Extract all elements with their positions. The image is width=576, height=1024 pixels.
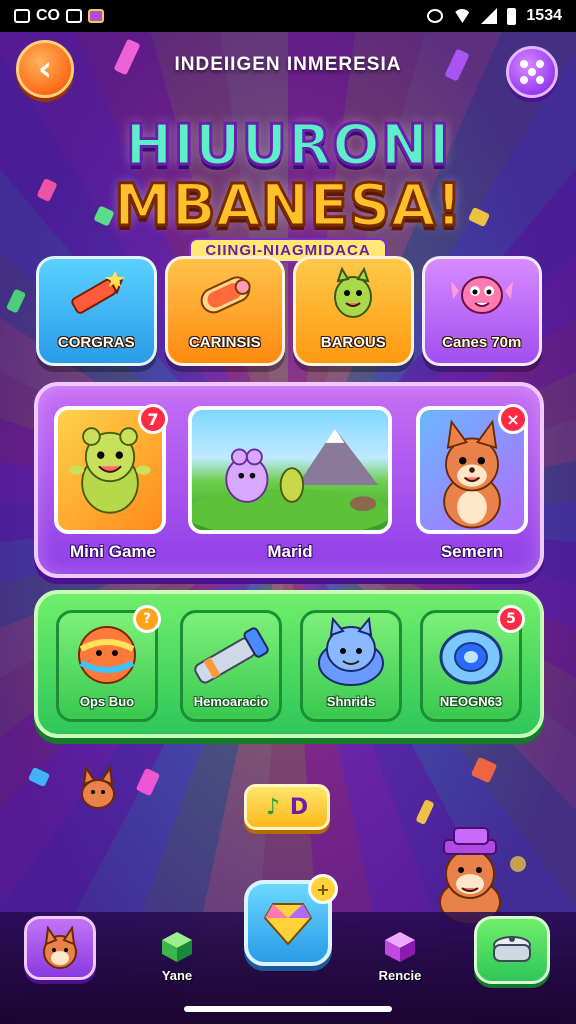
- feature-label: Mini Game: [70, 542, 156, 561]
- nav-avatar-frame: [24, 916, 96, 980]
- item-label: Ops Buo: [79, 694, 135, 709]
- item-tile-2[interactable]: Hemoaracio: [180, 610, 282, 722]
- item-label: Hemoaracio: [193, 694, 269, 709]
- nav-rencie-button[interactable]: Rencie: [370, 930, 430, 983]
- category-tile-1[interactable]: CORGRAS: [36, 256, 157, 366]
- item-tile-3[interactable]: Shnrids: [300, 610, 402, 722]
- nav-play-badge: +: [308, 874, 338, 904]
- featured-panel: 7 Mini Game Marid × Semern: [34, 382, 544, 578]
- status-time: 1534: [526, 7, 562, 24]
- category-tile-2[interactable]: CARINSIS: [164, 256, 285, 366]
- small-fox-icon: [81, 765, 115, 809]
- category-tile-4[interactable]: Canes 70m: [421, 256, 542, 366]
- category-label: CORGRAS: [57, 334, 135, 351]
- category-label: Canes 70m: [442, 334, 522, 351]
- fish-creature-icon: [450, 276, 513, 314]
- mini-game-badge: 7: [138, 404, 168, 434]
- pot-icon: [493, 936, 531, 962]
- item-tile-1[interactable]: ? Ops Buo: [56, 605, 161, 722]
- notification-icon: [14, 9, 30, 23]
- nav-label: Rencie: [378, 968, 422, 983]
- fox-avatar-icon: [43, 926, 77, 969]
- feature-label: Marid: [267, 542, 313, 561]
- signal-icon: [481, 8, 498, 24]
- category-label: CARINSIS: [188, 334, 261, 351]
- nav-play-button[interactable]: +: [244, 874, 338, 966]
- cube-icon: [162, 932, 192, 962]
- logo-title-line1: HIUURONI: [124, 113, 451, 178]
- semern-close-badge[interactable]: ×: [498, 404, 528, 434]
- game-logo: HIUURONI MBANESA! CIINGI-NIAGMIDACA: [0, 113, 576, 263]
- purple-cube-icon: [385, 932, 415, 962]
- item-label: Shnrids: [326, 694, 376, 709]
- app-icon: [88, 9, 104, 23]
- home-indicator[interactable]: [184, 1006, 392, 1012]
- grid-dots-icon: [520, 60, 544, 84]
- marid-card[interactable]: [188, 406, 392, 534]
- hat-fox-icon: [439, 827, 526, 924]
- nav-play-frame: +: [244, 874, 338, 966]
- category-label: BAROUS: [320, 334, 386, 351]
- burrito-icon: [200, 276, 251, 314]
- menu-button[interactable]: [506, 46, 558, 98]
- status-text: CO: [36, 7, 60, 24]
- item-tile-4[interactable]: 5 NEOGN63: [420, 605, 525, 722]
- page-title: INDEIIGEN INMERESIA: [174, 54, 402, 75]
- meadow-scene-icon: [192, 428, 388, 530]
- telescope-icon: [194, 627, 269, 684]
- status-bar: CO 1534: [0, 0, 576, 32]
- nav-pot-frame: [474, 916, 550, 984]
- wifi-icon: [453, 9, 472, 23]
- category-tabs: CORGRAS CARINSIS BAROUS Canes 70m: [36, 256, 542, 366]
- crayon-icon: [71, 271, 126, 314]
- music-note-icon: ♪: [265, 794, 280, 820]
- item-badge: ?: [133, 605, 161, 633]
- nav-label: Yane: [161, 968, 193, 983]
- music-button[interactable]: ♪ D: [244, 784, 330, 830]
- category-tile-3[interactable]: BAROUS: [293, 256, 414, 366]
- nav-avatar-button[interactable]: [24, 916, 96, 980]
- gallery-icon: [66, 9, 82, 23]
- nav-pot-button[interactable]: [474, 916, 550, 984]
- monster-icon: [334, 267, 373, 318]
- feature-label: Semern: [440, 542, 504, 561]
- items-panel: ? Ops Buo Hemoaracio Shnrids 5 NEOGN63: [34, 590, 544, 738]
- sync-icon: [427, 9, 444, 23]
- battery-icon: [507, 7, 517, 25]
- item-badge: 5: [497, 605, 525, 633]
- item-label: NEOGN63: [439, 694, 503, 709]
- sound-icon: D: [289, 794, 309, 820]
- helmet-creature-icon: [318, 616, 384, 686]
- gem-icon: [263, 903, 313, 946]
- nav-yane-button[interactable]: Yane: [150, 930, 204, 983]
- logo-title-line2: MBANESA!: [112, 171, 463, 239]
